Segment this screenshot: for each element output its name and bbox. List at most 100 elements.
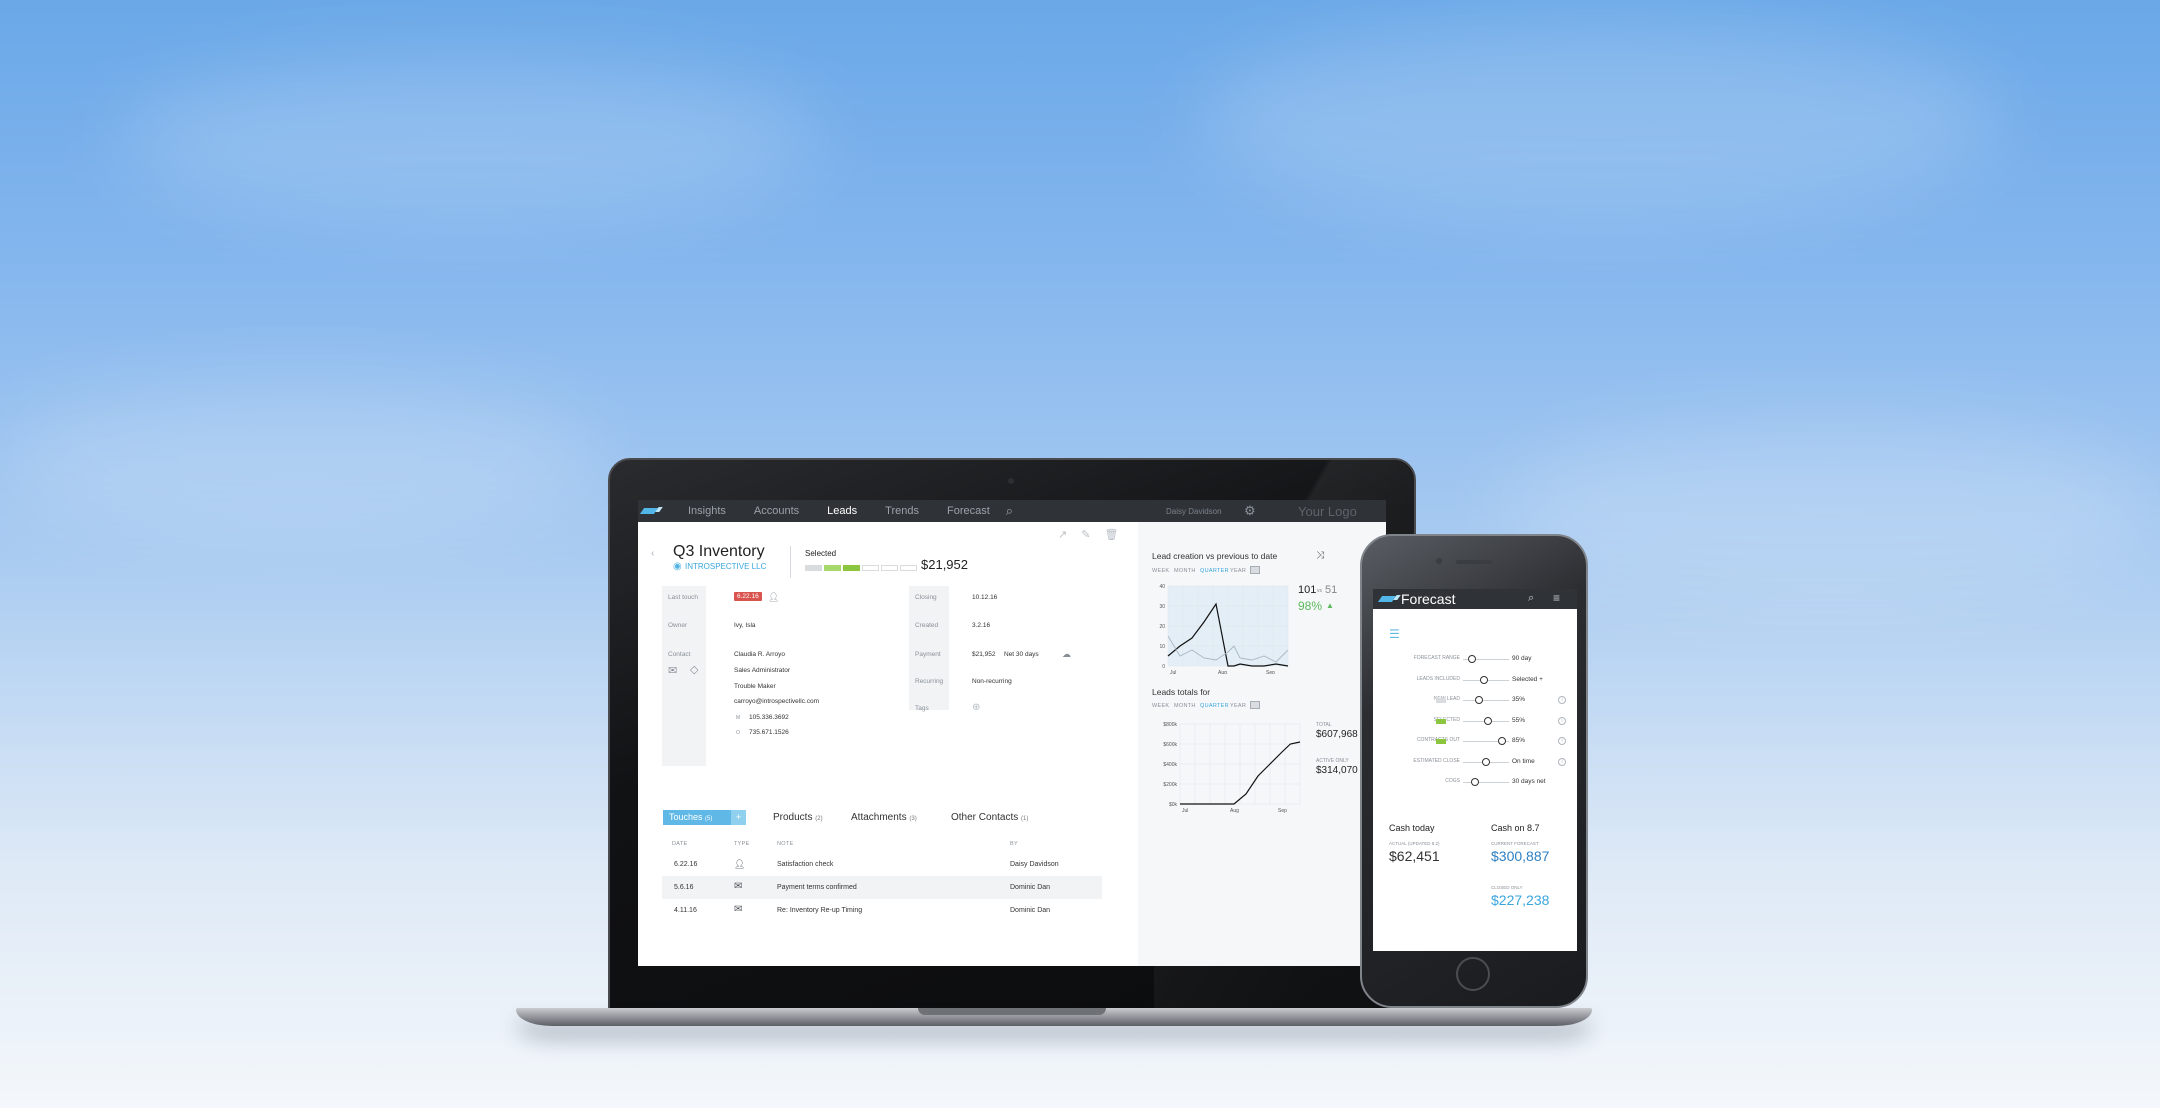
slider-knob[interactable] — [1484, 716, 1493, 725]
location-pin-icon: ◉ — [673, 561, 682, 572]
column-header-note[interactable]: NOTE — [777, 841, 793, 847]
phone-screen: Forecast ⌕ ≡ ☰ FORECAST RANGE 90 day LEADS… — [1373, 589, 1577, 951]
user-name[interactable]: Daisy Davidson — [1166, 507, 1222, 516]
column-header-type[interactable]: TYPE — [734, 841, 750, 847]
tab-attachments[interactable]: Attachments (3) — [851, 812, 917, 823]
lead-detail-pane: ↗ ✎ 🗑︎ ‹ Q3 Inventory ◉ INTROSPECTIVE LL… — [638, 522, 1138, 966]
slider-knob[interactable] — [1475, 696, 1484, 704]
gear-icon[interactable]: ⚙ — [1244, 503, 1256, 519]
period-month[interactable]: MONTH — [1174, 568, 1196, 574]
tab-other-contacts-count: (1) — [1021, 816, 1029, 822]
slider-track[interactable] — [1463, 782, 1509, 783]
slider-track[interactable] — [1463, 700, 1509, 701]
tab-other-contacts[interactable]: Other Contacts (1) — [951, 812, 1028, 823]
calendar-icon[interactable] — [1250, 566, 1260, 574]
slider-value[interactable]: 85% — [1512, 737, 1525, 744]
cloud-icon[interactable]: ☁︎ — [1062, 649, 1071, 660]
background-cloud — [1200, 20, 2000, 220]
slider-value[interactable]: On time — [1512, 758, 1535, 765]
period-quarter[interactable]: QUARTER — [1200, 568, 1229, 574]
y-tick-label: 10 — [1159, 644, 1165, 650]
person-icon[interactable]: 👤︎ — [768, 592, 779, 603]
period-week[interactable]: WEEK — [1152, 703, 1169, 709]
edit-icon[interactable]: ✎ — [1081, 528, 1090, 541]
slider-knob[interactable] — [1479, 675, 1488, 684]
slider-knob[interactable] — [1468, 655, 1477, 663]
share-icon[interactable]: ↗ — [1058, 528, 1067, 541]
contact-email[interactable]: carroyo@introspectivellc.com — [734, 698, 819, 705]
slider-knob[interactable] — [1498, 737, 1507, 745]
back-chevron-icon[interactable]: ‹ — [651, 548, 654, 559]
period-year[interactable]: YEAR — [1230, 568, 1246, 574]
slider-value[interactable]: Selected + — [1512, 676, 1543, 683]
payment-terms[interactable]: Net 30 days — [1004, 651, 1039, 658]
add-touch-icon[interactable]: + — [731, 810, 746, 825]
info-values-bg — [706, 586, 902, 766]
slider-value[interactable]: 55% — [1512, 717, 1525, 724]
nav-item-insights[interactable]: Insights — [674, 505, 740, 517]
info-icon[interactable]: i — [1558, 757, 1566, 766]
table-row[interactable]: 4.11.16 ✉ Re: Inventory Re-up Timing Dom… — [662, 899, 1102, 922]
period-month[interactable]: MONTH — [1174, 703, 1196, 709]
table-row[interactable]: 5.6.16 ✉ Payment terms confirmed Dominic… — [662, 876, 1102, 899]
add-tag-icon[interactable]: ⊕ — [972, 702, 980, 713]
trash-icon[interactable]: 🗑︎ — [1104, 528, 1118, 541]
leads-vs-label: vs — [1317, 588, 1322, 594]
phone-home-button[interactable] — [1456, 957, 1490, 991]
column-header-date[interactable]: DATE — [672, 841, 687, 847]
column-header-by[interactable]: BY — [1010, 841, 1018, 847]
company-link[interactable]: INTROSPECTIVE LLC — [685, 562, 766, 571]
stage-segment[interactable] — [805, 565, 822, 571]
period-year[interactable]: YEAR — [1230, 703, 1246, 709]
brand-logo-icon[interactable] — [1380, 594, 1402, 604]
payment-amount[interactable]: $21,952 — [972, 651, 996, 658]
search-icon[interactable]: ⌕ — [1006, 503, 1013, 519]
slider-knob[interactable] — [1482, 757, 1490, 766]
recurring-value[interactable]: Non-recurring — [972, 678, 1012, 685]
nav-item-forecast[interactable]: Forecast — [933, 505, 1004, 517]
period-week[interactable]: WEEK — [1152, 568, 1169, 574]
mail-icon[interactable]: ✉ — [668, 664, 677, 677]
tab-touches-label: Touches — [669, 812, 703, 822]
stage-segment[interactable] — [900, 565, 917, 571]
hamburger-menu-icon[interactable]: ≡ — [1553, 591, 1560, 605]
table-row[interactable]: 6.22.16 👤︎ Satisfaction check Daisy Davi… — [662, 853, 1102, 876]
y-tick-label: 40 — [1159, 584, 1165, 590]
slider-value[interactable]: 35% — [1512, 696, 1525, 703]
tab-touches[interactable]: Touches (5) — [663, 810, 731, 825]
slider-knob[interactable] — [1471, 778, 1480, 786]
nav-item-leads[interactable]: Leads — [813, 505, 871, 517]
cash-on-heading: Cash on 8.7 — [1491, 823, 1540, 833]
owner-value[interactable]: Ivy, Isla — [734, 622, 756, 629]
nav-item-trends[interactable]: Trends — [871, 505, 933, 517]
row-by: Dominic Dan — [1010, 907, 1051, 914]
info-icon[interactable]: i — [1558, 737, 1566, 745]
closing-value[interactable]: 10.12.16 — [972, 594, 997, 601]
filter-sliders-icon[interactable]: ☰ — [1389, 627, 1400, 641]
y-tick-label: 0 — [1162, 664, 1165, 670]
stage-segment[interactable] — [862, 565, 879, 571]
contact-office[interactable]: 735.671.1526 — [749, 729, 789, 736]
tag-icon[interactable]: ◇ — [690, 663, 698, 676]
insights-pane: Lead creation vs previous to date ⤨ WEEK… — [1138, 522, 1386, 966]
stage-segment[interactable] — [824, 565, 841, 571]
slider-value[interactable]: 30 days net — [1512, 778, 1546, 785]
search-icon[interactable]: ⌕ — [1528, 592, 1534, 605]
info-icon[interactable]: i — [1558, 716, 1566, 725]
stage-label: Selected — [805, 549, 837, 558]
calendar-icon[interactable] — [1250, 701, 1260, 709]
tab-attachments-count: (3) — [909, 816, 917, 822]
shuffle-icon[interactable]: ⤨ — [1316, 550, 1324, 561]
stage-progress[interactable] — [805, 565, 917, 571]
nav-item-accounts[interactable]: Accounts — [740, 505, 813, 517]
stage-segment[interactable] — [881, 565, 898, 571]
stage-segment[interactable] — [843, 565, 860, 571]
slider-value[interactable]: 90 day — [1512, 655, 1532, 662]
tab-products[interactable]: Products (2) — [773, 812, 823, 823]
period-quarter[interactable]: QUARTER — [1200, 703, 1229, 709]
contact-name[interactable]: Claudia R. Arroyo — [734, 651, 785, 658]
background-cloud — [1500, 420, 2160, 600]
brand-logo-icon[interactable] — [642, 506, 664, 516]
contact-mobile[interactable]: 105.336.3692 — [749, 714, 789, 721]
info-icon[interactable]: i — [1558, 696, 1566, 704]
